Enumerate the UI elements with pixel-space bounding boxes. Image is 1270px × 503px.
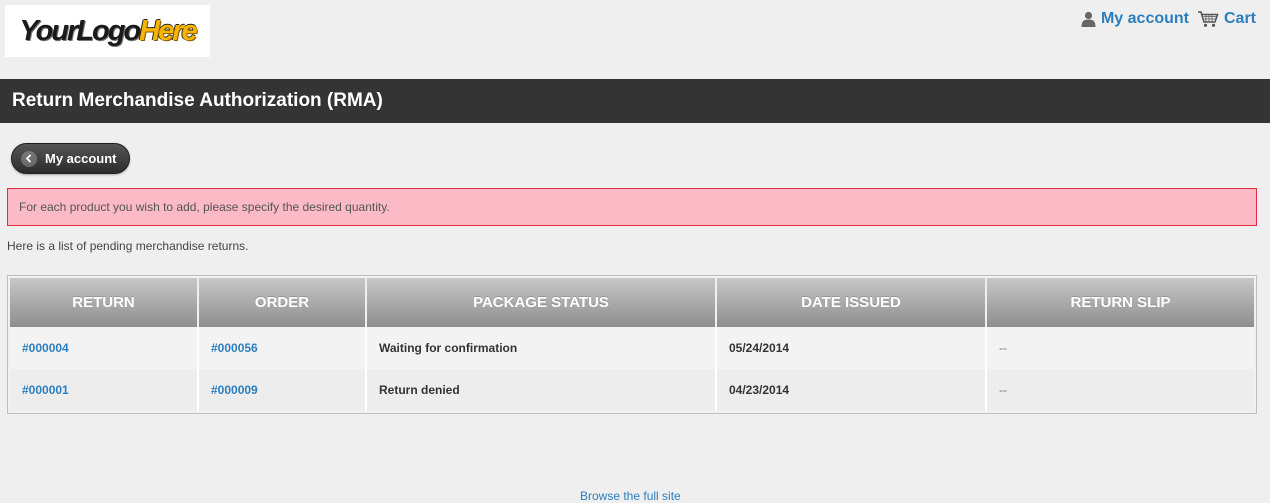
error-message-text: For each product you wish to add, please… [19, 200, 390, 214]
order-cell: #000056 [198, 327, 367, 369]
cart-label: Cart [1223, 10, 1256, 27]
column-header-return[interactable]: RETURN [10, 278, 199, 327]
return-cell: #000004 [10, 327, 199, 369]
returns-table: RETURN ORDER PACKAGE STATUS DATE ISSUED … [10, 278, 1254, 411]
return-cell: #000001 [10, 369, 199, 411]
logo-text-part1: YourLogo [19, 14, 141, 47]
page-title: Return Merchandise Authorization (RMA) [12, 90, 383, 111]
top-links: My account Cart [1081, 10, 1256, 28]
return-link[interactable]: #000001 [22, 383, 69, 397]
cart-link[interactable]: Cart [1197, 10, 1256, 28]
my-account-label: My account [1100, 10, 1189, 27]
column-header-return-slip[interactable]: RETURN SLIP [986, 278, 1254, 327]
returns-table-container: RETURN ORDER PACKAGE STATUS DATE ISSUED … [7, 275, 1257, 414]
header: YourLogoHere My account Cart [0, 0, 1270, 79]
order-cell: #000009 [198, 369, 367, 411]
table-header-row: RETURN ORDER PACKAGE STATUS DATE ISSUED … [10, 278, 1254, 327]
my-account-link[interactable]: My account [1081, 10, 1189, 28]
return-link[interactable]: #000004 [22, 341, 69, 355]
intro-text: Here is a list of pending merchandise re… [7, 239, 249, 253]
package-status-cell: Waiting for confirmation [366, 327, 717, 369]
logo-text-part2: Here [139, 14, 197, 47]
back-to-my-account-button[interactable]: My account [11, 143, 130, 174]
column-header-order[interactable]: ORDER [198, 278, 367, 327]
column-header-package-status[interactable]: PACKAGE STATUS [366, 278, 717, 327]
return-slip-cell: -- [986, 327, 1254, 369]
date-issued-cell: 04/23/2014 [716, 369, 987, 411]
return-slip-cell: -- [986, 369, 1254, 411]
table-row: #000001 #000009 Return denied 04/23/2014… [10, 369, 1254, 411]
order-link[interactable]: #000009 [211, 383, 258, 397]
title-bar: Return Merchandise Authorization (RMA) [0, 79, 1270, 123]
error-message: For each product you wish to add, please… [7, 188, 1257, 226]
logo-text: YourLogoHere [19, 14, 197, 47]
table-row: #000004 #000056 Waiting for confirmation… [10, 327, 1254, 369]
logo[interactable]: YourLogoHere [5, 5, 210, 57]
browse-full-site-link[interactable]: Browse the full site [580, 489, 681, 503]
cart-icon [1197, 11, 1219, 27]
user-icon [1081, 11, 1096, 27]
order-link[interactable]: #000056 [211, 341, 258, 355]
column-header-date-issued[interactable]: DATE ISSUED [716, 278, 987, 327]
date-issued-cell: 05/24/2014 [716, 327, 987, 369]
package-status-cell: Return denied [366, 369, 717, 411]
chevron-left-icon [21, 150, 37, 167]
back-button-label: My account [45, 151, 117, 166]
